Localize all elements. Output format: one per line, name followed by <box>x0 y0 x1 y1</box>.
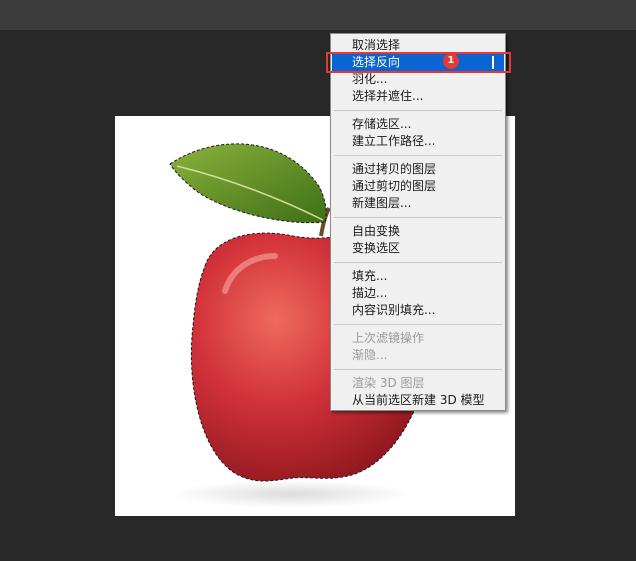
menu-item-stroke[interactable]: 描边... <box>332 285 504 302</box>
menu-item-render-3d-layer: 渲染 3D 图层 <box>352 376 425 390</box>
menu-separator <box>334 324 502 325</box>
menu-item-layer-via-cut[interactable]: 通过剪切的图层 <box>332 178 504 195</box>
menu-item-layer-via-copy[interactable]: 通过拷贝的图层 <box>332 161 504 178</box>
context-menu: 取消选择 选择反向 羽化... 选择并遮住... 存储选区... 建立工作路径.… <box>330 33 506 411</box>
menu-item-make-work-path[interactable]: 建立工作路径... <box>332 133 504 150</box>
text-caret <box>492 56 494 69</box>
menu-item-transform-selection[interactable]: 变换选区 <box>332 240 504 257</box>
menu-item-new-3d-model[interactable]: 从当前选区新建 3D 模型 <box>332 392 504 409</box>
menu-item-fade: 渐隐... <box>352 348 388 362</box>
menu-item-last-filter: 上次滤镜操作 <box>352 331 425 345</box>
menu-item-feather[interactable]: 羽化... <box>332 71 504 88</box>
apple-shadow <box>171 480 411 508</box>
menu-item-content-aware-fill[interactable]: 内容识别填充... <box>332 302 504 319</box>
menu-separator <box>334 369 502 370</box>
menu-separator <box>334 155 502 156</box>
annotation-highlight-frame <box>326 52 511 73</box>
menu-item-fill[interactable]: 填充... <box>332 268 504 285</box>
menu-item-free-transform[interactable]: 自由变换 <box>332 223 504 240</box>
menu-item-save-selection[interactable]: 存储选区... <box>332 116 504 133</box>
menu-separator <box>334 110 502 111</box>
menu-separator <box>334 217 502 218</box>
menu-item-new-layer[interactable]: 新建图层... <box>332 195 504 212</box>
menu-item-select-and-mask[interactable]: 选择并遮住... <box>332 88 504 105</box>
top-options-bar <box>0 0 636 30</box>
menu-separator <box>334 262 502 263</box>
step-badge: 1 <box>443 53 459 69</box>
